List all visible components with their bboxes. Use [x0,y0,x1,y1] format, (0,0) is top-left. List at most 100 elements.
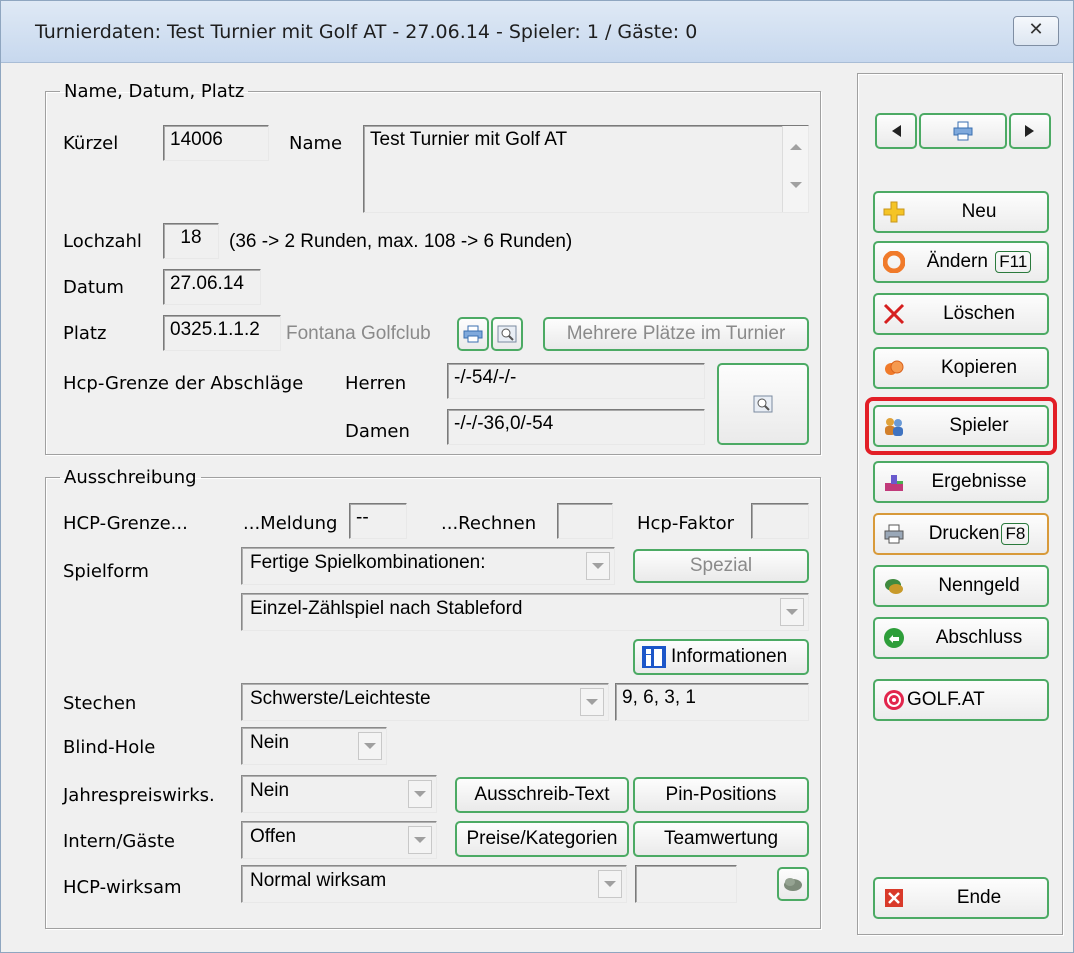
close-button[interactable]: ✕ [1013,16,1059,46]
aendern-button[interactable]: Ändern F11 [873,241,1049,283]
loeschen-button[interactable]: Löschen [873,293,1049,335]
stechen-dropdown[interactable]: Schwerste/Leichteste [241,683,609,721]
stechen-value: Schwerste/Leichteste [250,688,431,709]
nav-next-button[interactable] [1009,113,1051,149]
damen-field[interactable]: -/-/-36,0/-54 [447,409,705,445]
lochzahl-field[interactable]: 18 [163,223,219,259]
kopieren-button[interactable]: Kopieren [873,347,1049,389]
aendern-shortcut: F11 [995,251,1032,273]
spieler-highlight [865,397,1057,455]
ausschreib-text-label: Ausschreib-Text [474,784,610,805]
intern-gaeste-dropdown[interactable]: Offen [241,821,437,859]
spielform-dropdown[interactable]: Fertige Spielkombinationen: [241,547,615,585]
name-value: Test Turnier mit Golf AT [370,129,568,150]
money-icon [885,579,903,594]
lifebuoy-icon [883,251,905,273]
magnifier-icon [497,325,517,343]
nav-print-button[interactable] [919,113,1007,149]
printer-icon [884,524,904,544]
ergebnisse-button[interactable]: Ergebnisse [873,461,1049,503]
pin-positions-button[interactable]: Pin-Positions [633,777,809,813]
neu-label: Neu [961,201,997,222]
plus-icon [883,201,905,223]
scroll-up-icon[interactable] [789,144,802,150]
chevron-down-icon[interactable] [586,552,610,580]
name-label: Name [289,133,343,154]
hcp-limit-tees-label: Hcp-Grenze der Abschläge [63,373,304,394]
exit-icon [885,889,903,907]
hcp-wirksam-action-button[interactable] [777,867,809,901]
ende-label: Ende [956,887,1002,908]
hcp-wirksam-value: Normal wirksam [250,870,387,891]
chevron-down-icon[interactable] [598,870,622,898]
datum-field[interactable]: 27.06.14 [163,269,261,305]
hcp-limit-search-button[interactable] [717,363,809,445]
multiple-courses-button[interactable]: Mehrere Plätze im Turnier [543,317,809,351]
intern-gaeste-value: Offen [250,826,297,847]
triangle-left-icon [892,125,901,137]
hcp-faktor-label: Hcp-Faktor [637,513,734,534]
delete-x-icon [883,303,905,325]
lochzahl-label: Lochzahl [63,231,142,252]
scroll-down-icon[interactable] [789,182,802,188]
kopieren-label: Kopieren [940,357,1018,378]
nav-previous-button[interactable] [875,113,917,149]
informationen-label: Informationen [671,646,788,667]
herren-field[interactable]: -/-54/-/- [447,363,705,399]
teamwertung-button[interactable]: Teamwertung [633,821,809,857]
rechnen-field[interactable] [557,503,613,539]
spezial-button[interactable]: Spezial [633,549,809,583]
drucken-label: Drucken [928,523,1000,544]
chevron-down-icon[interactable] [408,826,432,854]
course-print-button[interactable] [457,317,489,351]
drucken-button[interactable]: Drucken F8 [873,513,1049,555]
blind-hole-dropdown[interactable]: Nein [241,727,387,765]
hcp-grenze-label: HCP-Grenze... [63,513,188,534]
herren-label: Herren [345,373,407,394]
printer-icon [953,121,973,141]
meldung-field[interactable]: -- [349,503,407,539]
blind-hole-value: Nein [250,732,290,753]
hcp-wirksam-extra-field[interactable] [635,865,737,903]
neu-button[interactable]: Neu [873,191,1049,233]
hcp-wirksam-label: HCP-wirksam [63,877,182,898]
rechnen-label: ...Rechnen [441,513,537,534]
ende-button[interactable]: Ende [873,877,1049,919]
results-icon [885,475,903,491]
hcp-wirksam-dropdown[interactable]: Normal wirksam [241,865,627,903]
chevron-down-icon[interactable] [580,688,604,716]
name-scrollbar[interactable] [782,126,808,212]
teamwertung-label: Teamwertung [663,828,779,849]
stechen-holes-field[interactable]: 9, 6, 3, 1 [615,683,809,721]
chevron-down-icon[interactable] [408,780,432,808]
kuerzel-field[interactable]: 14006 [163,125,269,161]
tournament-data-window: Turnierdaten: Test Turnier mit Golf AT -… [0,0,1074,953]
platz-field[interactable]: 0325.1.1.2 [163,315,281,351]
printer-icon [463,325,483,343]
name-textarea[interactable]: Test Turnier mit Golf AT [363,125,809,213]
ausschreibung-legend: Ausschreibung [64,467,197,488]
golf-at-logo-icon [884,690,904,710]
jahrespreis-dropdown[interactable]: Nein [241,775,437,813]
cloud-icon [784,878,802,891]
preise-kategorien-button[interactable]: Preise/Kategorien [455,821,629,857]
hcp-faktor-field[interactable] [751,503,809,539]
course-search-button[interactable] [491,317,523,351]
chevron-down-icon[interactable] [780,598,804,626]
ergebnisse-label: Ergebnisse [931,471,1027,492]
drucken-shortcut: F8 [1001,523,1030,545]
chevron-down-icon[interactable] [358,732,382,760]
spielform-detail-dropdown[interactable]: Einzel-Zählspiel nach Stableford [241,593,809,631]
abschluss-button[interactable]: Abschluss [873,617,1049,659]
meldung-label: ...Meldung [243,513,338,534]
platz-label: Platz [63,323,107,344]
nenngeld-button[interactable]: Nenngeld [873,565,1049,607]
informationen-button[interactable]: Informationen [633,639,809,675]
spezial-label: Spezial [689,555,753,576]
magnifier-icon [753,395,773,413]
golf-at-button[interactable]: GOLF.AT [873,679,1049,721]
preise-kategorien-label: Preise/Kategorien [466,828,618,849]
pin-positions-label: Pin-Positions [665,784,777,805]
name-date-course-legend: Name, Datum, Platz [64,81,245,102]
ausschreib-text-button[interactable]: Ausschreib-Text [455,777,629,813]
